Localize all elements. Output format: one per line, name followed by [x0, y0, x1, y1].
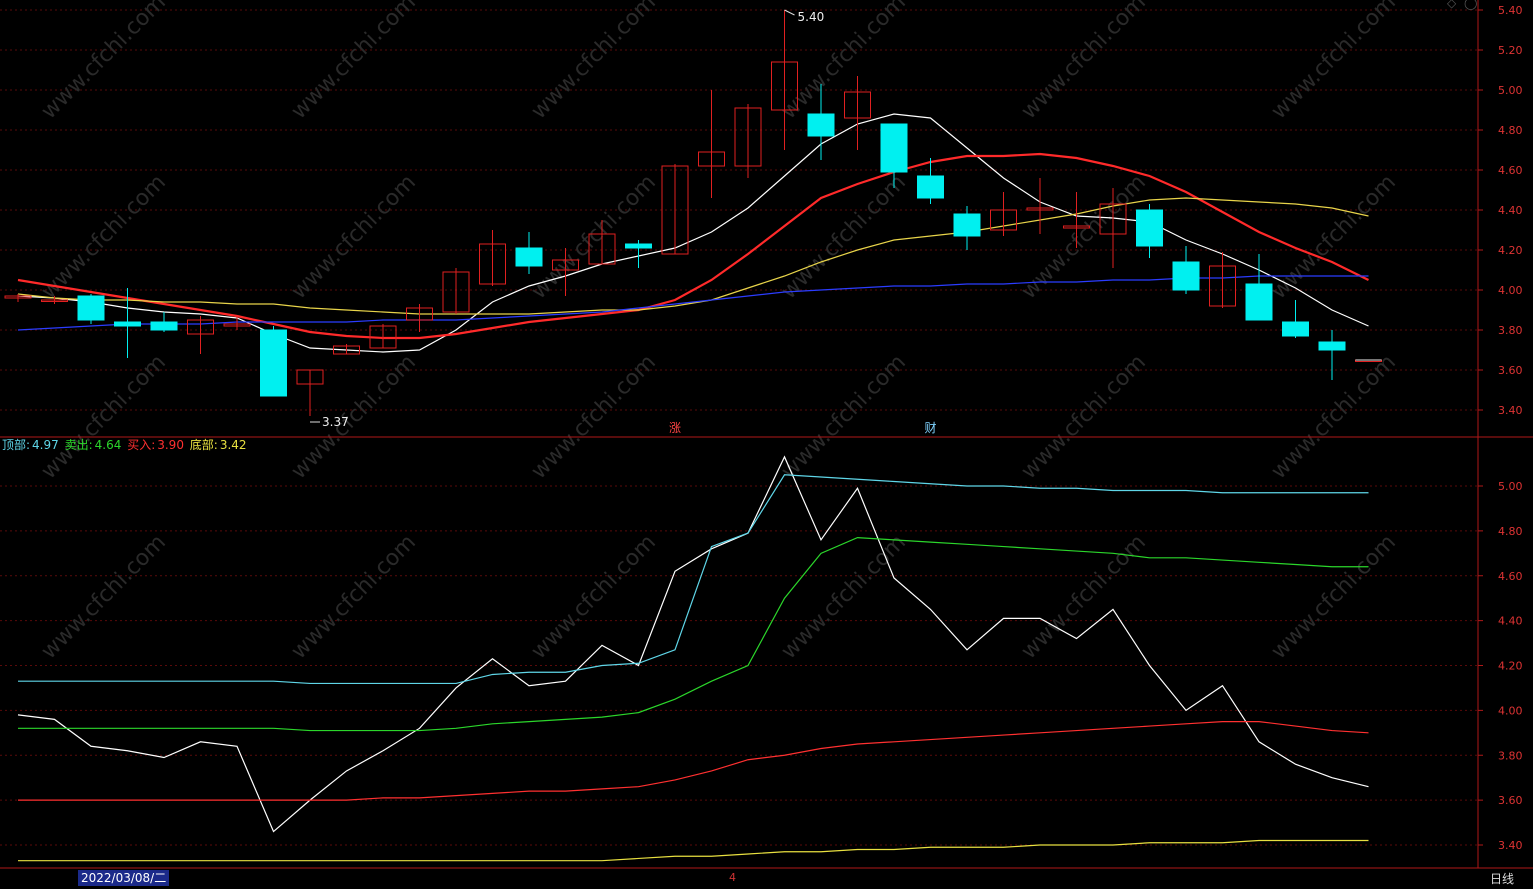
- y-tick-label: 3.40: [1498, 839, 1523, 852]
- watermark-text: www.cfchi.com: [1017, 170, 1151, 304]
- candle-body: [1318, 341, 1346, 351]
- indicator-line: [18, 474, 1369, 685]
- y-tick-label: 4.20: [1498, 244, 1523, 257]
- y-tick-label: 5.40: [1498, 4, 1523, 17]
- y-tick-label: 4.80: [1498, 124, 1523, 137]
- month-tick-label: 4: [729, 871, 736, 884]
- candle-body: [917, 175, 944, 199]
- legend-sell-value: 4.64: [94, 438, 122, 452]
- indicator-legend: 顶部: 4.97 卖出: 4.64 买入: 3.90 底部: 3.42: [2, 436, 249, 453]
- indicator-line: [18, 720, 1369, 801]
- watermark-text: www.cfchi.com: [1017, 530, 1151, 664]
- y-tick-label: 5.00: [1498, 480, 1523, 493]
- watermark-text: www.cfchi.com: [1267, 530, 1401, 664]
- watermark-text: www.cfchi.com: [37, 0, 171, 124]
- ma-line: [17, 152, 1369, 340]
- y-tick-label: 5.20: [1498, 44, 1523, 57]
- event-marker: 涨: [669, 420, 681, 435]
- watermark-text: www.cfchi.com: [777, 530, 911, 664]
- legend-sell-label: 卖出:: [64, 438, 93, 452]
- event-marker: 财: [925, 421, 937, 435]
- candlesticks[interactable]: 5.40 3.37 涨 财: [4, 9, 1382, 435]
- legend-top-value: 4.97: [32, 438, 59, 452]
- cursor-date-label: 2022/03/08/二: [78, 870, 170, 886]
- candle-body: [1136, 209, 1163, 247]
- ma-lines: [17, 113, 1369, 353]
- y-tick-label: 4.00: [1498, 704, 1523, 717]
- y-tick-label: 5.00: [1498, 84, 1523, 97]
- candle-body: [1245, 283, 1273, 321]
- circle-icon[interactable]: ◯: [1464, 0, 1477, 10]
- y-tick-label: 4.40: [1498, 615, 1523, 628]
- y-tick-label: 3.40: [1498, 404, 1523, 417]
- y-tick-label: 4.00: [1498, 284, 1523, 297]
- candle-body: [1172, 261, 1200, 291]
- y-tick-label: 4.60: [1498, 570, 1523, 583]
- watermark: www.cfchi.com www.cfchi.com www.cfchi.com w…: [37, 0, 1401, 664]
- candle-body: [150, 321, 178, 331]
- grid-lines: [0, 9, 1478, 846]
- watermark-text: www.cfchi.com: [527, 530, 661, 664]
- y-tick-label: 3.60: [1498, 364, 1523, 377]
- y-tick-label: 4.40: [1498, 204, 1523, 217]
- diamond-icon[interactable]: ◇: [1447, 0, 1456, 10]
- high-pointer: [784, 9, 795, 16]
- candle-body: [625, 243, 652, 249]
- watermark-text: www.cfchi.com: [527, 0, 661, 124]
- watermark-text: www.cfchi.com: [287, 0, 421, 124]
- candle-body: [114, 321, 141, 327]
- candle-body: [77, 295, 105, 321]
- candle-body: [515, 247, 543, 267]
- legend-buy-value: 3.90: [157, 438, 184, 452]
- legend-bottom-label: 底部:: [189, 438, 218, 452]
- ma-line: [17, 197, 1369, 315]
- candle-body: [880, 123, 908, 173]
- ma-line: [17, 113, 1369, 353]
- y-tick-label: 4.20: [1498, 660, 1523, 673]
- candle-body: [807, 113, 835, 137]
- watermark-text: www.cfchi.com: [287, 170, 421, 304]
- watermark-text: www.cfchi.com: [287, 530, 421, 664]
- y-tick-label: 3.80: [1498, 324, 1523, 337]
- watermark-text: www.cfchi.com: [1267, 0, 1401, 124]
- indicator-line: [18, 536, 1369, 732]
- watermark-text: www.cfchi.com: [527, 170, 661, 304]
- y-tick-label: 3.60: [1498, 794, 1523, 807]
- watermark-text: www.cfchi.com: [37, 170, 171, 304]
- legend-buy-label: 买入:: [127, 438, 156, 452]
- watermark-text: www.cfchi.com: [1017, 0, 1151, 124]
- high-label: 5.40: [798, 10, 825, 24]
- legend-bottom-value: 3.42: [219, 438, 247, 452]
- y-tick-label: 4.80: [1498, 525, 1523, 538]
- period-selector[interactable]: 日线: [1490, 870, 1514, 887]
- candle-body: [1282, 321, 1309, 337]
- indicator-line: [18, 839, 1369, 862]
- watermark-text: www.cfchi.com: [37, 530, 171, 664]
- y-tick-label: 4.60: [1498, 164, 1523, 177]
- y-tick-label: 3.80: [1498, 749, 1523, 762]
- candle-body: [260, 329, 287, 397]
- legend-top-label: 顶部:: [2, 438, 31, 452]
- low-label: 3.37: [322, 415, 349, 429]
- candle-body: [953, 213, 981, 237]
